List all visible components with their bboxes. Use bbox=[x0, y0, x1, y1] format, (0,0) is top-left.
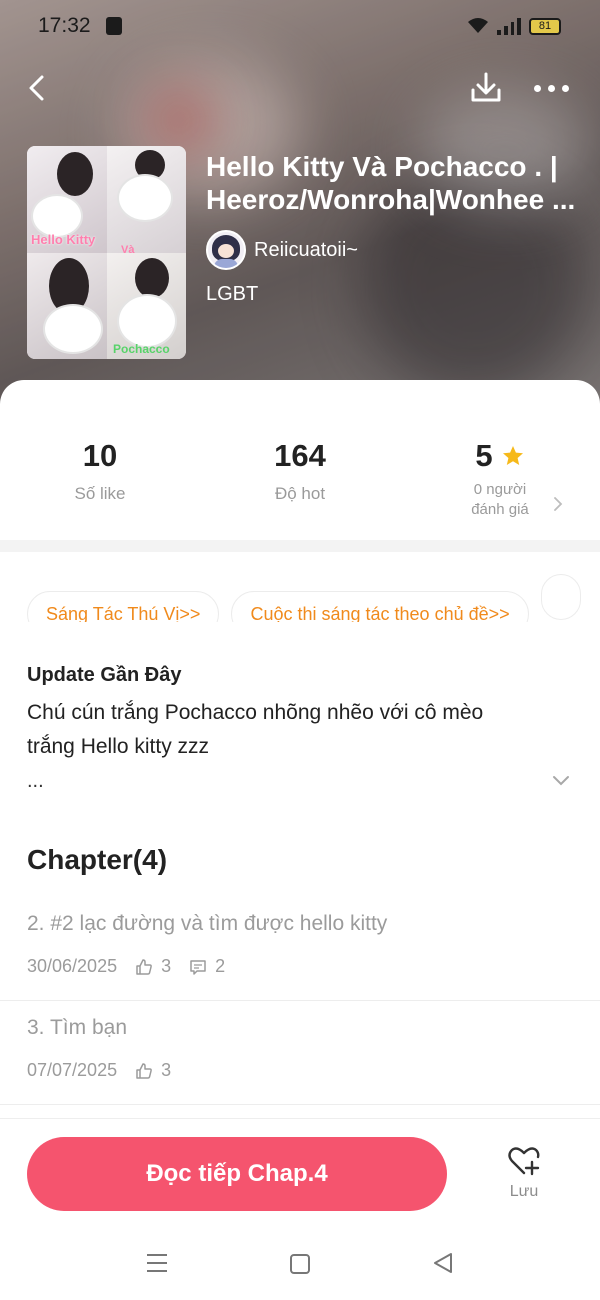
genre-label[interactable]: LGBT bbox=[206, 283, 258, 306]
chapter-likes: 3 bbox=[161, 1060, 172, 1080]
chapter-date: 30/06/2025 bbox=[27, 956, 118, 976]
rating-value: 5 bbox=[475, 438, 493, 473]
author-link[interactable]: Reiicuatoii~ bbox=[206, 230, 358, 270]
chevron-right-icon[interactable] bbox=[550, 496, 566, 512]
chapter-heading: Chapter(4) bbox=[27, 844, 168, 875]
shopping-bag-icon bbox=[106, 17, 122, 35]
chapter-date: 07/07/2025 bbox=[27, 1060, 118, 1080]
chapter-comments: 2 bbox=[215, 956, 226, 976]
comment-icon bbox=[190, 959, 206, 975]
story-cover-image[interactable]: Hello Kitty Và Pochacco bbox=[27, 146, 186, 359]
bottom-action-bar: Đọc tiếp Chap.4 Lưu bbox=[0, 1118, 600, 1230]
story-title: Hello Kitty Và Pochacco . | Heeroz/Wonro… bbox=[206, 150, 586, 216]
chapter-likes: 3 bbox=[161, 956, 172, 976]
nav-back-icon[interactable] bbox=[432, 1252, 454, 1274]
stat-rating[interactable]: 5 0 người đánh giá bbox=[400, 438, 600, 520]
update-line: Chú cún trắng Pochacco nhõng nhẽo với cô… bbox=[27, 701, 484, 724]
heart-plus-icon bbox=[508, 1147, 540, 1176]
section-divider bbox=[0, 540, 600, 552]
cover-text: Và bbox=[121, 244, 135, 256]
story-title-line: Hello Kitty Và Pochacco . | bbox=[206, 151, 558, 182]
star-icon bbox=[502, 446, 523, 465]
story-hero: 17:32 81 Hello Kitty Và Pochacco Hello K… bbox=[0, 0, 600, 420]
update-line: trắng Hello kitty zzz bbox=[27, 735, 210, 758]
status-bar: 17:32 81 bbox=[0, 0, 600, 54]
likes-label: Số like bbox=[74, 484, 126, 503]
chapter-meta: 30/06/2025 3 2 bbox=[27, 956, 225, 977]
download-icon[interactable] bbox=[468, 70, 504, 106]
home-icon[interactable] bbox=[290, 1254, 310, 1274]
system-nav-bar bbox=[0, 1230, 600, 1300]
tag-chip[interactable]: Cuộc thi sáng tác theo chủ đề>> bbox=[231, 591, 529, 622]
stat-hot: 164 Độ hot bbox=[200, 438, 400, 504]
story-title-line: Heeroz/Wonroha|Wonhee ... bbox=[206, 184, 576, 215]
chapter-item[interactable]: 2. #2 lạc đường và tìm được hello kitty … bbox=[0, 898, 600, 1001]
tag-list: Sáng Tác Thú Vị>> Cuộc thi sáng tác theo … bbox=[27, 574, 600, 622]
rating-label: 0 người bbox=[473, 481, 527, 498]
tag-chip[interactable]: Sáng Tác Thú Vị>> bbox=[27, 591, 220, 622]
chapter-item[interactable]: 3. Tìm bạn 07/07/2025 3 bbox=[0, 1002, 600, 1105]
hot-label: Độ hot bbox=[274, 484, 326, 503]
update-heading: Update Gần Đây bbox=[27, 664, 182, 686]
update-ellipsis: ... bbox=[27, 770, 44, 792]
author-avatar bbox=[206, 230, 246, 270]
cover-text: Pochacco bbox=[113, 342, 170, 356]
back-arrow-icon[interactable] bbox=[22, 72, 54, 104]
cover-text: Hello Kitty bbox=[31, 232, 96, 247]
wifi-icon bbox=[466, 15, 490, 41]
stats-row: 10 Số like 164 Độ hot 5 0 người đánh giá bbox=[0, 380, 600, 540]
status-time: 17:32 bbox=[38, 14, 91, 37]
stat-likes: 10 Số like bbox=[0, 438, 200, 504]
continue-reading-button[interactable]: Đọc tiếp Chap.4 bbox=[27, 1137, 447, 1211]
save-label: Lưu bbox=[509, 1183, 539, 1200]
chevron-down-icon[interactable] bbox=[551, 770, 571, 790]
chapter-title: 2. #2 lạc đường và tìm được hello kitty bbox=[27, 912, 388, 935]
top-bar bbox=[0, 62, 600, 118]
update-description: Chú cún trắng Pochacco nhõng nhẽo với cô… bbox=[27, 696, 547, 764]
recents-icon[interactable] bbox=[146, 1252, 168, 1274]
chapter-title: 3. Tìm bạn bbox=[27, 1016, 127, 1039]
thumbs-up-icon bbox=[136, 958, 152, 975]
more-icon[interactable] bbox=[534, 76, 574, 100]
chapter-meta: 07/07/2025 3 bbox=[27, 1060, 171, 1081]
battery-icon: 81 bbox=[529, 18, 561, 35]
hot-count: 164 bbox=[274, 438, 326, 473]
author-name: Reiicuatoii~ bbox=[254, 238, 358, 261]
likes-count: 10 bbox=[82, 438, 118, 473]
thumbs-up-icon bbox=[136, 1062, 152, 1079]
signal-icon bbox=[497, 17, 521, 35]
rating-label: đánh giá bbox=[471, 501, 529, 518]
save-button[interactable]: Lưu bbox=[494, 1143, 554, 1201]
tag-chip[interactable] bbox=[540, 574, 581, 620]
